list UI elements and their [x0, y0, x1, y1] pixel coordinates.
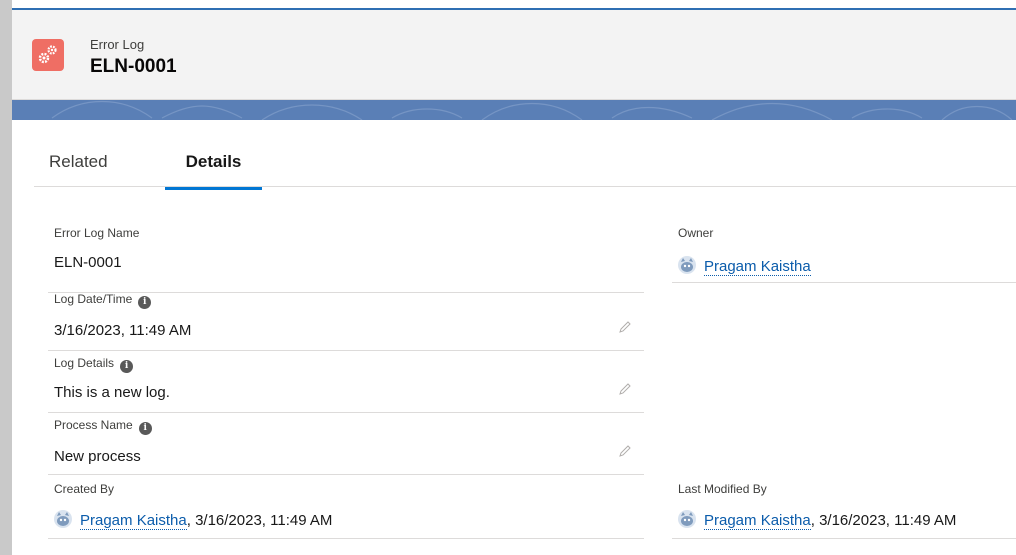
field-process-name: Process Name i New process: [48, 412, 644, 478]
field-label: Last Modified By: [678, 482, 767, 496]
field-error-log-name: Error Log Name ELN-0001: [54, 226, 644, 286]
divider: [48, 538, 644, 539]
field-value: ELN-0001: [54, 254, 122, 271]
field-label: Log Date/Time i: [54, 292, 152, 309]
avatar-icon: [678, 510, 696, 528]
tab-bar: Related Details: [34, 142, 1016, 190]
divider: [672, 282, 1016, 283]
field-last-modified-by: Last Modified By Pragam Kaistha, 3/16/20…: [672, 482, 1016, 542]
field-owner: Owner Pragam Kaistha: [672, 226, 1016, 286]
field-label-text: Log Details: [54, 356, 115, 370]
field-value: This is a new log.: [54, 384, 170, 401]
field-label: Error Log Name: [54, 226, 140, 240]
last-modified-by-link[interactable]: Pragam Kaistha: [704, 512, 811, 530]
gears-icon: [32, 39, 64, 71]
field-value: New process: [54, 448, 141, 465]
avatar-icon: [678, 256, 696, 274]
record-title: ELN-0001: [90, 56, 177, 77]
field-value: Pragam Kaistha: [678, 256, 811, 276]
divider: [48, 474, 644, 475]
record-header: Error Log ELN-0001: [12, 8, 1016, 100]
field-value: Pragam Kaistha, 3/16/2023, 11:49 AM: [54, 510, 333, 530]
field-label: Owner: [678, 226, 714, 240]
tab-details[interactable]: Details: [165, 152, 262, 190]
field-value: Pragam Kaistha, 3/16/2023, 11:49 AM: [678, 510, 957, 530]
info-icon[interactable]: i: [120, 360, 134, 373]
field-label: Log Details i: [54, 356, 134, 373]
pencil-icon[interactable]: [618, 444, 632, 458]
divider: [48, 412, 644, 413]
decorative-band: [12, 100, 1016, 120]
avatar-icon: [54, 510, 72, 528]
details-card: Related Details Error Log Name ELN-0001 …: [12, 120, 1016, 555]
field-label: Created By: [54, 482, 115, 496]
tab-related[interactable]: Related: [49, 152, 108, 187]
field-created-by: Created By Pragam Kaistha, 3/16/2023, 11…: [48, 474, 644, 542]
divider: [48, 292, 644, 293]
field-log-details: Log Details i This is a new log.: [48, 350, 644, 416]
field-log-datetime: Log Date/Time i 3/16/2023, 11:49 AM: [48, 292, 644, 352]
created-date: , 3/16/2023, 11:49 AM: [186, 512, 333, 529]
pencil-icon[interactable]: [618, 382, 632, 396]
info-icon[interactable]: i: [138, 296, 152, 309]
last-modified-date: , 3/16/2023, 11:49 AM: [810, 512, 957, 529]
created-by-link[interactable]: Pragam Kaistha: [80, 512, 187, 530]
field-label: Process Name i: [54, 418, 152, 435]
pencil-icon[interactable]: [618, 320, 632, 334]
info-icon[interactable]: i: [138, 422, 152, 435]
field-value: 3/16/2023, 11:49 AM: [54, 322, 192, 339]
field-label-text: Process Name: [54, 418, 133, 432]
object-label: Error Log: [90, 37, 145, 52]
left-strip: [0, 0, 12, 555]
divider: [48, 350, 644, 351]
owner-link[interactable]: Pragam Kaistha: [704, 258, 811, 276]
divider: [672, 538, 1016, 539]
field-label-text: Log Date/Time: [54, 292, 133, 306]
